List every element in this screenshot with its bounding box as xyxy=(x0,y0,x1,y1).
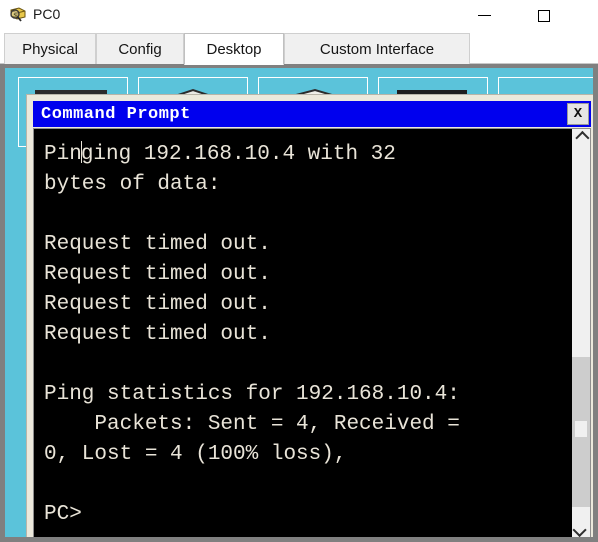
command-prompt-titlebar[interactable]: Command Prompt X xyxy=(33,101,591,127)
command-prompt-window: Command Prompt X Pinging 192.168.10.4 wi… xyxy=(26,94,593,537)
tab-physical[interactable]: Physical xyxy=(4,33,96,64)
terminal-line: bytes of data: xyxy=(44,173,221,196)
terminal-line: Request timed out. xyxy=(44,233,271,256)
scrollbar-down-button[interactable] xyxy=(572,521,590,537)
terminal-line: Ping statistics for 192.168.10.4: xyxy=(44,383,460,406)
terminal-line-text-pre: Pin xyxy=(44,143,82,166)
maximize-icon xyxy=(538,10,550,22)
terminal-line: Pinging 192.168.10.4 with 32 xyxy=(44,140,571,170)
command-prompt-title: Command Prompt xyxy=(41,104,191,124)
desktop-pane: Command Prompt X Pinging 192.168.10.4 wi… xyxy=(0,64,598,542)
tab-config[interactable]: Config xyxy=(96,33,184,64)
terminal-output[interactable]: Pinging 192.168.10.4 with 32 bytes of da… xyxy=(34,129,571,537)
chevron-down-icon xyxy=(572,522,587,537)
tab-desktop[interactable]: Desktop xyxy=(184,33,284,65)
maximize-button[interactable] xyxy=(523,0,569,31)
chevron-up-icon xyxy=(575,130,590,146)
terminal-line-text-post: ging 192.168.10.4 with 32 xyxy=(80,143,396,166)
scrollbar-thumb[interactable] xyxy=(572,357,590,507)
pc0-device-window: S PC0 Physical Config Desktop Custom Int… xyxy=(0,0,598,542)
terminal-line: Request timed out. xyxy=(44,263,271,286)
command-prompt-close-button[interactable]: X xyxy=(567,103,589,125)
terminal-line: Request timed out. xyxy=(44,293,271,316)
terminal-line: Request timed out. xyxy=(44,323,271,346)
tab-bar: Physical Config Desktop Custom Interface xyxy=(0,31,598,65)
scrollbar-up-button[interactable] xyxy=(572,129,590,147)
minimize-button[interactable] xyxy=(466,0,512,31)
terminal-line: Packets: Sent = 4, Received = xyxy=(44,413,460,436)
terminal-scrollbar[interactable] xyxy=(571,129,590,537)
terminal-line: 0, Lost = 4 (100% loss), xyxy=(44,443,347,466)
tab-custom-interface[interactable]: Custom Interface xyxy=(284,33,470,64)
scrollbar-thumb-grip xyxy=(575,421,587,437)
window-titlebar: S PC0 xyxy=(0,0,598,31)
packet-tracer-pc-icon: S xyxy=(8,5,28,25)
terminal-prompt-line: PC> xyxy=(44,503,82,526)
window-title: PC0 xyxy=(33,6,61,22)
minimize-icon xyxy=(478,15,491,16)
command-prompt-body: Pinging 192.168.10.4 with 32 bytes of da… xyxy=(33,128,591,537)
